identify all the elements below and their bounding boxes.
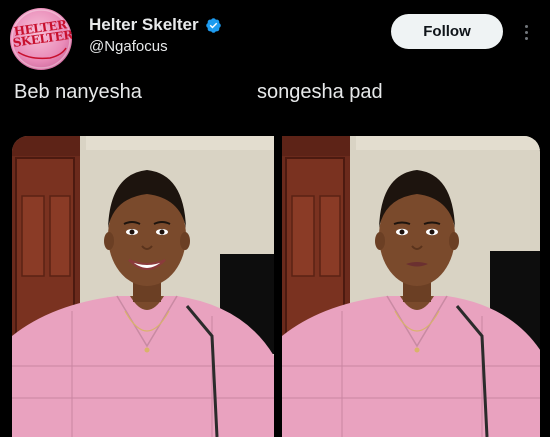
tweet-caption-right: songesha pad [257, 81, 383, 103]
follow-button[interactable]: Follow [391, 14, 503, 49]
photo-right-image [282, 136, 540, 437]
photo-left[interactable] [12, 136, 274, 437]
more-dot [524, 36, 528, 40]
photo-right[interactable] [282, 136, 540, 437]
more-options-icon[interactable] [516, 18, 536, 46]
media-grid [12, 136, 540, 437]
more-dot [524, 24, 528, 28]
verified-badge-icon [205, 17, 221, 33]
avatar[interactable]: HELTER SKELTER [10, 8, 72, 70]
name-row: Helter Skelter [89, 14, 222, 36]
display-name[interactable]: Helter Skelter [89, 15, 199, 35]
photo-left-image [12, 136, 274, 437]
user-handle[interactable]: @Ngafocus [89, 38, 168, 55]
more-dot [524, 30, 528, 34]
tweet-header: HELTER SKELTER Helter Skelter @Ngafocus … [0, 0, 550, 70]
tweet-caption-left: Beb nanyesha [14, 81, 142, 103]
